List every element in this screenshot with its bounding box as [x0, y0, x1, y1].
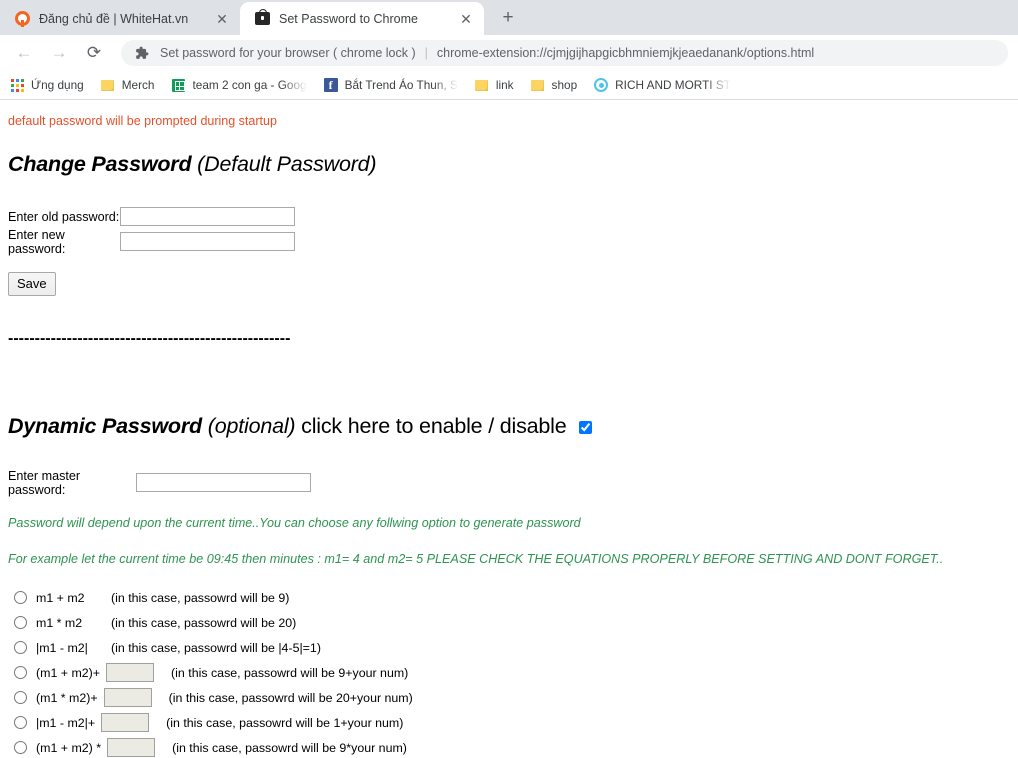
master-password-input[interactable] [136, 473, 311, 492]
address-bar[interactable]: Set password for your browser ( chrome l… [121, 40, 1008, 66]
option-note: (in this case, passowrd will be 9*your n… [172, 740, 407, 755]
option-number-input[interactable] [103, 688, 152, 707]
bookmark-link[interactable]: link [474, 77, 514, 93]
change-password-heading-sub: (Default Password) [197, 152, 377, 176]
option-note: (in this case, passowrd will be 1+your n… [166, 715, 404, 730]
change-password-heading-bold: Change Password [8, 152, 192, 176]
option-radio[interactable] [14, 666, 27, 679]
tab-strip: Đăng chủ đề | WhiteHat.vn ✕ Set Password… [0, 0, 1018, 35]
bookmark-shop[interactable]: shop [530, 77, 578, 93]
dynamic-password-heading-sub: (optional) [207, 414, 296, 438]
master-password-label: Enter master password: [8, 468, 81, 497]
option-expression: |m1 - m2| [36, 640, 88, 655]
option-number-input[interactable] [101, 713, 150, 732]
option-row[interactable]: m1 + m2 (in this case, passowrd will be … [8, 585, 1010, 610]
option-note: (in this case, passowrd will be 9) [111, 590, 290, 605]
new-password-input[interactable] [120, 232, 295, 251]
option-expression: (m1 + m2)+ [36, 665, 101, 680]
bookmark-label: Bắt Trend Áo Thun, S [344, 78, 458, 92]
section-divider: ----------------------------------------… [8, 334, 291, 344]
option-expression: (m1 + m2) * [36, 740, 102, 755]
change-password-heading: Change Password (Default Password) [8, 152, 1010, 177]
bookmark-bat-trend-ao-thun[interactable]: f Bắt Trend Áo Thun, S [323, 77, 458, 93]
save-default-password-button[interactable]: Save [8, 272, 56, 296]
option-expression: |m1 - m2|+ [36, 715, 96, 730]
dynamic-password-hint-2: For example let the current time be 09:4… [8, 552, 944, 566]
option-note: (in this case, passowrd will be 9+your n… [171, 665, 409, 680]
option-radio[interactable] [14, 591, 27, 604]
bookmark-label: shop [551, 78, 578, 92]
google-sheets-icon [171, 77, 187, 93]
option-note: (in this case, passowrd will be |4-5|=1) [111, 640, 321, 655]
bookmarks-bar: Ứng dụng Merch team 2 con ga - Goog f Bắ… [0, 71, 1018, 100]
option-radio[interactable] [14, 641, 27, 654]
startup-warning-text: default password will be prompted during… [8, 114, 277, 128]
back-icon[interactable]: ← [10, 39, 38, 67]
folder-icon [100, 77, 116, 93]
option-note: (in this case, passowrd will be 20+your … [168, 690, 413, 705]
bookmark-rich-and-morti[interactable]: RICH AND MORTI ST [593, 77, 731, 93]
dynamic-password-options-list: m1 + m2 (in this case, passowrd will be … [8, 585, 1010, 758]
forward-icon[interactable]: → [45, 39, 73, 67]
tab-whitehat[interactable]: Đăng chủ đề | WhiteHat.vn ✕ [0, 2, 240, 35]
option-number-input[interactable] [106, 663, 155, 682]
reload-icon[interactable]: ⟳ [80, 39, 108, 67]
bookmark-label: RICH AND MORTI ST [615, 78, 731, 92]
bookmark-merch[interactable]: Merch [100, 77, 155, 93]
option-radio[interactable] [14, 691, 27, 704]
lock-box-favicon [254, 9, 270, 27]
browser-chrome: Đăng chủ đề | WhiteHat.vn ✕ Set Password… [0, 0, 1018, 100]
close-icon[interactable]: ✕ [458, 11, 474, 27]
option-expression: m1 * m2 [36, 615, 83, 630]
option-radio[interactable] [14, 741, 27, 754]
facebook-icon: f [323, 77, 339, 93]
tab-title: Set Password to Chrome [279, 11, 418, 26]
option-row[interactable]: (m1 + m2)+ (in this case, passowrd will … [8, 660, 1010, 685]
puzzle-piece-icon [135, 46, 149, 60]
bookmark-ung-dung[interactable]: Ứng dụng [9, 77, 84, 93]
bookmark-team-2-con-ga[interactable]: team 2 con ga - Goog [171, 77, 307, 93]
option-radio[interactable] [14, 716, 27, 729]
old-password-input[interactable] [120, 207, 295, 226]
new-password-row: Enter new password: [8, 227, 1010, 256]
dynamic-password-heading: Dynamic Password (optional) click here t… [8, 414, 1010, 439]
option-radio[interactable] [14, 616, 27, 629]
option-row[interactable]: |m1 - m2| (in this case, passowrd will b… [8, 635, 1010, 660]
dynamic-password-hint-1: Password will depend upon the current ti… [8, 516, 581, 530]
option-row[interactable]: (m1 * m2)+ (in this case, passowrd will … [8, 685, 1010, 710]
option-expression: (m1 * m2)+ [36, 690, 98, 705]
bookmark-label: link [495, 78, 514, 92]
extension-options-page: default password will be prompted during… [0, 114, 1018, 758]
folder-icon [474, 77, 490, 93]
option-expression: m1 + m2 [36, 590, 85, 605]
tab-title: Đăng chủ đề | WhiteHat.vn [39, 11, 189, 26]
bookmark-label: team 2 con ga - Goog [192, 78, 307, 92]
old-password-row: Enter old password: [8, 204, 1010, 229]
new-tab-button[interactable]: + [494, 4, 522, 32]
option-row[interactable]: (m1 + m2) * (in this case, passowrd will… [8, 735, 1010, 758]
option-row[interactable]: |m1 - m2|+ (in this case, passowrd will … [8, 710, 1010, 735]
whitehat-favicon [14, 11, 30, 27]
option-row[interactable]: m1 * m2 (in this case, passowrd will be … [8, 610, 1010, 635]
master-password-row: Enter master password: [8, 468, 1010, 497]
omnibox-page-title: Set password for your browser ( chrome l… [160, 46, 416, 60]
bookmark-label: Ứng dụng [31, 78, 84, 92]
navigation-toolbar: ← → ⟳ Set password for your browser ( ch… [0, 35, 1018, 71]
dynamic-password-heading-plain: click here to enable / disable [301, 414, 567, 438]
bookmark-label: Merch [121, 78, 155, 92]
omnibox-separator: | [424, 46, 428, 60]
cyan-circle-icon [593, 77, 609, 93]
tab-set-password[interactable]: Set Password to Chrome ✕ [240, 2, 484, 35]
folder-icon [530, 77, 546, 93]
close-icon[interactable]: ✕ [214, 11, 230, 27]
dynamic-password-enable-checkbox[interactable] [579, 420, 593, 434]
dynamic-password-heading-bold: Dynamic Password [8, 414, 202, 438]
option-note: (in this case, passowrd will be 20) [111, 615, 297, 630]
new-password-label: Enter new password: [8, 227, 66, 256]
omnibox-url: chrome-extension://cjmjgijhapgicbhmniemj… [436, 46, 815, 60]
old-password-label: Enter old password: [8, 209, 120, 224]
option-number-input[interactable] [107, 738, 156, 757]
apps-grid-icon [9, 77, 25, 93]
